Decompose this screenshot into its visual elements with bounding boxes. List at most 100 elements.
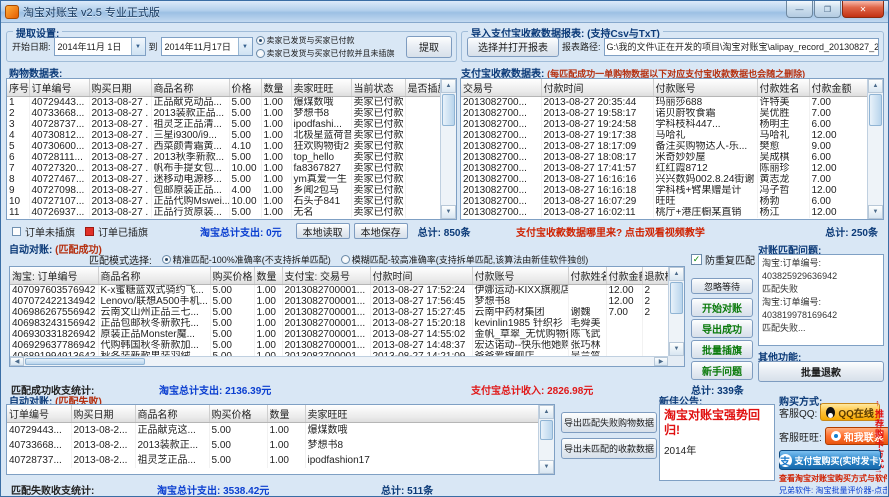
table-row[interactable]: 2013082700... 2013-08-27 16:16:18 学科栈+臂果赠是…	[461, 185, 867, 196]
column-header[interactable]: 商品名称	[151, 79, 230, 97]
column-header[interactable]: 数量	[254, 267, 283, 285]
start-reconcile-button[interactable]: 开始对账	[691, 298, 753, 317]
scroll-thumb[interactable]	[540, 420, 553, 440]
column-header[interactable]: 订单编号	[29, 79, 90, 97]
newbie-help-button[interactable]: 新手问题	[691, 361, 753, 380]
local-load-button[interactable]: 本地读取	[295, 223, 350, 239]
column-header[interactable]: 付款金额	[606, 267, 643, 285]
table-row[interactable]: 4 40730812... 2013-08-27 . 三星i9300/i9... 5.0…	[7, 130, 440, 141]
column-header[interactable]: 退款核算	[642, 267, 668, 285]
qq-online-button[interactable]: QQ在线	[820, 403, 880, 421]
table-row[interactable]: 11 40726937... 2013-08-27 . 正品行货原装... 5.00 1.…	[7, 207, 440, 218]
column-header[interactable]: 购买价格	[210, 267, 255, 285]
start-date-picker[interactable]: 2014年11月 1日 ▼	[53, 37, 146, 56]
table-row[interactable]: 407072422134942 Lenovo/联想A500手机... 5.00 1.0…	[10, 296, 668, 307]
table-row[interactable]: 2013082700... 2013-08-27 17:41:57 红红霞8712 陈…	[461, 163, 867, 174]
scroll-up-icon[interactable]: ▲	[441, 79, 456, 93]
end-date-picker[interactable]: 2014年11月17日 ▼	[160, 37, 253, 56]
column-header[interactable]: 卖家旺旺	[305, 405, 538, 423]
table-row[interactable]: 2013082700... 2013-08-27 19:58:17 诺贝蔚牧食霜 吴优…	[461, 108, 867, 119]
radio-shipped-paid[interactable]: 卖家已发货与买家已付款	[255, 35, 402, 46]
chevron-down-icon[interactable]: ▼	[237, 38, 252, 55]
scroll-up-icon[interactable]: ▲	[868, 79, 883, 93]
table-row[interactable]: 2013082700... 2013-08-27 19:17:38 马哈礼 马哈礼 12…	[461, 130, 867, 141]
column-header[interactable]: 当前状态	[351, 79, 406, 97]
table-row[interactable]: 2013082700... 2013-08-27 18:17:09 备注买购物达人-…	[461, 141, 867, 152]
issues-log[interactable]: 淘宝:订单编号: 403825929636942 匹配失败 淘宝:订单编号: 4…	[758, 254, 884, 346]
radio-exact-match[interactable]: 精准匹配-100%准确率(不支持拆单匹配)	[161, 253, 331, 266]
table-row[interactable]: 6 40728111... 2013-08-27 . 2013秋季新款... 5.00 1…	[7, 152, 440, 163]
table-row[interactable]: 7 40727320... 2013-08-27 . 帆布手提女包... 10.00 1.…	[7, 163, 440, 174]
scroll-down-icon[interactable]: ▼	[539, 460, 554, 474]
batch-flag-button[interactable]: 批量插旗	[691, 340, 753, 359]
table-row[interactable]: 2013082700... 2013-08-27 20:35:44 玛丽莎688 许特…	[461, 96, 867, 108]
maximize-button[interactable]: ❐	[814, 1, 841, 18]
chevron-down-icon[interactable]: ▼	[130, 38, 145, 55]
table-row[interactable]: 2013082700... 2013-08-27 16:16:16 兴兴数妈002.…	[461, 174, 867, 185]
radio-fuzzy-match[interactable]: 模糊匹配-较高准确率(支持拆单匹配,该算法由新佳软件独创)	[340, 253, 588, 266]
vertical-scrollbar[interactable]: ▲ ▼	[440, 79, 456, 219]
minimize-button[interactable]: —	[786, 1, 813, 18]
extract-button[interactable]: 提取	[406, 35, 452, 58]
table-row[interactable]: 407097603576942 K-x蜜糖蓝双式骑约飞... 5.00 1.00 201…	[10, 284, 668, 296]
column-header[interactable]: 序号	[7, 79, 30, 97]
scroll-thumb[interactable]	[670, 282, 683, 314]
table-row[interactable]: 5 40730600... 2013-08-27 . 西菜颜青霜黄... 4.10 1.0…	[7, 141, 440, 152]
alipay-buy-button[interactable]: 支 支付宝购买(实时发卡)	[778, 450, 882, 470]
column-header[interactable]: 付款时间	[541, 79, 654, 97]
batch-refund-button[interactable]: 批量退款	[758, 361, 884, 382]
column-header[interactable]: 交易号	[461, 79, 542, 97]
radio-shipped-paid-unflagged[interactable]: 卖家已发货与买家已付款并且未插旗	[255, 48, 402, 59]
scroll-down-icon[interactable]: ▼	[441, 205, 456, 219]
table-row[interactable]: 406930331826942 原装正品Monster魔... 5.00 1.00 20…	[10, 329, 668, 340]
column-header[interactable]: 付款时间	[370, 267, 473, 285]
local-save-button[interactable]: 本地保存	[353, 223, 408, 239]
column-header[interactable]: 订单编号	[7, 405, 72, 423]
scroll-down-icon[interactable]: ▼	[868, 205, 883, 219]
column-header[interactable]: 是否插旗	[405, 79, 440, 97]
table-row[interactable]: 10 40727107... 2013-08-27 . 正品代购Mswei... 10.…	[7, 196, 440, 207]
column-header[interactable]: 购买日期	[71, 405, 136, 423]
table-row[interactable]: 1 40729443... 2013-08-27 . 正品献克动品... 5.00 1.0…	[7, 96, 440, 108]
column-header[interactable]: 支付宝: 交易号	[282, 267, 371, 285]
scroll-down-icon[interactable]: ▼	[669, 342, 684, 356]
table-row[interactable]: 406983243156942 正品包邮秋冬新款托... 5.00 1.00 20130…	[10, 318, 668, 329]
column-header[interactable]: 付款账号	[653, 79, 758, 97]
table-row[interactable]: 40728737... 2013-08-2... 祖灵芝正品... 5.00 1.00 i…	[7, 453, 538, 468]
table-row[interactable]: 2013082700... 2013-08-27 16:07:29 旺旺 杨勃 6.00	[461, 196, 867, 207]
table-row[interactable]: 406986267556942 云南文山州正品三七... 5.00 1.00 20130…	[10, 307, 668, 318]
column-header[interactable]: 商品名称	[98, 267, 211, 285]
column-header[interactable]: 付款账号	[472, 267, 569, 285]
table-row[interactable]: 9 40727098... 2013-08-27 . 包邮原装正品... 4.00 1.0…	[7, 185, 440, 196]
column-header[interactable]: 价格	[229, 79, 262, 97]
scroll-thumb[interactable]	[442, 94, 455, 126]
dedupe-checkbox[interactable]: ✓ 防重复匹配	[691, 252, 755, 267]
table-row[interactable]: 8 40727467... 2013-08-27 . 迷移动电源移... 5.00 1.0…	[7, 174, 440, 185]
export-fail-button[interactable]: 导出匹配失败购物数据	[561, 412, 657, 433]
column-header[interactable]: 购买价格	[209, 405, 268, 423]
export-unmatched-button[interactable]: 导出未匹配的收款数据	[561, 438, 657, 459]
column-header[interactable]: 购买日期	[89, 79, 152, 97]
column-header[interactable]: 付款姓名	[757, 79, 810, 97]
scroll-right-icon[interactable]: ▶	[654, 357, 668, 366]
table-row[interactable]: 3 40728737... 2013-08-27 . 祖灵芝正品清... 5.00 1.0…	[7, 119, 440, 130]
column-header[interactable]: 卖家旺旺	[291, 79, 352, 97]
table-row[interactable]: 2 40733668... 2013-08-27 . 2013装款正品... 5.00 1…	[7, 108, 440, 119]
vertical-scrollbar[interactable]: ▲ ▼	[668, 267, 684, 356]
table-row[interactable]: 2013082700... 2013-08-27 19:24:58 学科枝科447.…	[461, 119, 867, 130]
ignore-button[interactable]: 忽略等待	[691, 278, 753, 294]
scroll-thumb[interactable]	[25, 358, 145, 365]
table-row[interactable]: 40733668... 2013-08-2... 2013装款正... 5.00 1.0…	[7, 438, 538, 453]
scroll-up-icon[interactable]: ▲	[539, 405, 554, 419]
vertical-scrollbar[interactable]: ▲ ▼	[867, 79, 883, 219]
alipay-data-help-link[interactable]: 支付宝收款数据哪里来? 点击观看视频教学	[516, 224, 705, 239]
column-header[interactable]: 付款姓名	[568, 267, 607, 285]
scroll-left-icon[interactable]: ◀	[10, 357, 24, 366]
price-info-link[interactable]: 查看淘宝对账宝购买方式与软件价格	[779, 473, 887, 484]
vertical-scrollbar[interactable]: ▲ ▼	[538, 405, 554, 474]
table-row[interactable]: 2013082700... 2013-08-27 18:08:17 米奇妙妙屋 吴成棋…	[461, 152, 867, 163]
column-header[interactable]: 商品名称	[135, 405, 210, 423]
column-header[interactable]: 数量	[267, 405, 306, 423]
column-header[interactable]: 付款金额	[809, 79, 867, 97]
close-button[interactable]: ✕	[842, 1, 884, 18]
